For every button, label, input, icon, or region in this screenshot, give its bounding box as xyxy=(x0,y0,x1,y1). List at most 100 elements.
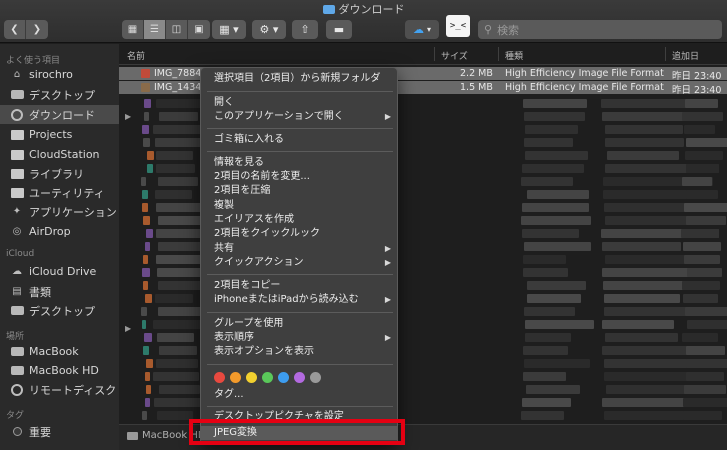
highlight-box xyxy=(189,419,405,445)
obscured-text xyxy=(156,411,194,420)
obscured-text xyxy=(142,346,149,355)
obscured-text xyxy=(523,242,591,251)
menu-item-show-view-options[interactable]: 表示オプションを表示 xyxy=(201,345,397,359)
obscured-text xyxy=(141,125,150,134)
grid-icon: ▦ ▾ xyxy=(219,23,239,36)
obscured-text xyxy=(685,99,719,108)
menu-item-quick-actions[interactable]: クイックアクション ▶ xyxy=(201,256,397,270)
sidebar-item-applications[interactable]: ✦ アプリケーション xyxy=(0,202,119,221)
tag-button[interactable]: ▬ xyxy=(326,20,352,39)
column-name[interactable]: 名前 xyxy=(127,49,145,62)
submenu-arrow-icon: ▶ xyxy=(384,333,391,342)
share-button[interactable]: ⇧ xyxy=(292,20,318,39)
tag-gray-icon[interactable] xyxy=(310,372,321,383)
menu-item-compress[interactable]: 2項目を圧縮 xyxy=(201,184,397,198)
tag-red-icon[interactable] xyxy=(214,372,225,383)
search-field[interactable]: ⚲ 検索 xyxy=(478,20,722,39)
menu-item-copy[interactable]: 2項目をコピー xyxy=(201,279,397,293)
tag-blue-icon[interactable] xyxy=(278,372,289,383)
column-added[interactable]: 追加日 xyxy=(672,49,699,62)
action-button[interactable]: ⚙ ▾ xyxy=(252,20,286,39)
menu-item-rename[interactable]: 2項目の名前を変更... xyxy=(201,170,397,184)
obscured-text xyxy=(686,268,723,277)
sidebar-item-icloud-desktop[interactable]: デスクトップ xyxy=(0,301,119,320)
sidebar-item-airdrop[interactable]: ◎ AirDrop xyxy=(0,222,119,241)
sidebar-item-desktop[interactable]: デスクトップ xyxy=(0,85,119,104)
menu-item-get-info[interactable]: 情報を見る xyxy=(201,156,397,170)
column-size[interactable]: サイズ xyxy=(441,49,468,62)
obscured-text xyxy=(605,138,684,147)
column-kind[interactable]: 種類 xyxy=(505,49,523,62)
folder-icon xyxy=(10,187,24,199)
obscured-text xyxy=(523,138,574,147)
obscured-text xyxy=(522,99,587,108)
menu-item-quick-look[interactable]: 2項目をクイックルック xyxy=(201,227,397,241)
airdrop-icon: ◎ xyxy=(12,226,22,237)
column-divider[interactable] xyxy=(434,47,435,61)
icon-view-button[interactable]: ▦ xyxy=(122,20,144,39)
menu-item-share[interactable]: 共有 ▶ xyxy=(201,242,397,256)
obscured-text xyxy=(155,203,201,212)
disclosure-triangle-icon[interactable]: ▶ xyxy=(125,112,131,121)
disclosure-triangle-icon[interactable]: ▶ xyxy=(125,324,131,333)
sidebar-item-remote-disc[interactable]: リモートディスク xyxy=(0,380,119,399)
sidebar-item-library[interactable]: ライブラリ xyxy=(0,164,119,183)
sidebar-item-cloudstation[interactable]: CloudStation xyxy=(0,145,119,164)
back-button[interactable]: ❮ xyxy=(4,20,26,39)
menu-item-open-with[interactable]: このアプリケーションで開く ▶ xyxy=(201,110,397,124)
menu-item-duplicate[interactable]: 複製 xyxy=(201,199,397,213)
menu-item-import-from-iphone[interactable]: iPhoneまたはiPadから読み込む ▶ xyxy=(201,293,397,307)
context-menu: 選択項目（2項目）から新規フォルダ 開く このアプリケーションで開く ▶ ゴミ箱に… xyxy=(200,67,398,445)
cloud-button[interactable]: ☁ ▾ xyxy=(405,20,439,39)
obscured-text xyxy=(158,385,201,394)
obscured-text xyxy=(153,372,199,381)
sidebar-item-macbook[interactable]: MacBook xyxy=(0,342,119,361)
places-heading: 場所 xyxy=(6,332,25,342)
forward-button[interactable]: ❯ xyxy=(26,20,48,39)
sidebar-item-projects[interactable]: Projects xyxy=(0,125,119,144)
menu-item-move-to-trash[interactable]: ゴミ箱に入れる xyxy=(201,133,397,147)
column-view-button[interactable]: ◫ xyxy=(166,20,188,39)
menu-item-sort-by[interactable]: 表示順序 ▶ xyxy=(201,331,397,345)
obscured-text xyxy=(604,216,696,225)
tag-orange-icon[interactable] xyxy=(230,372,241,383)
file-added: 昨日 23:40 xyxy=(672,85,722,96)
obscured-text xyxy=(155,99,204,108)
list-view-button[interactable]: ☰ xyxy=(144,20,166,39)
obscured-text xyxy=(521,411,564,420)
sidebar-item-icloud-drive[interactable]: ☁ iCloud Drive xyxy=(0,262,119,281)
search-icon: ⚲ xyxy=(484,23,493,36)
sidebar-item-utilities[interactable]: ユーティリティ xyxy=(0,183,119,202)
column-divider[interactable] xyxy=(665,47,666,61)
menu-item-make-alias[interactable]: エイリアスを作成 xyxy=(201,213,397,227)
obscured-text xyxy=(141,190,148,199)
sidebar-item-home[interactable]: ⌂ sirochro xyxy=(0,65,119,84)
submenu-arrow-icon: ▶ xyxy=(384,295,391,304)
sidebar-item-macbook-hd[interactable]: MacBook HD xyxy=(0,361,119,380)
obscured-text xyxy=(605,333,678,342)
obscured-text xyxy=(686,320,727,329)
obscured-text xyxy=(601,242,682,251)
menu-separator xyxy=(207,364,393,365)
obscured-text xyxy=(521,203,589,212)
tag-green-icon[interactable] xyxy=(262,372,273,383)
menu-item-use-groups[interactable]: グループを使用 xyxy=(201,317,397,331)
sidebar-item-tag-important[interactable]: 重要 xyxy=(0,422,119,441)
sidebar-item-downloads[interactable]: ダウンロード xyxy=(0,105,119,124)
terminal-button[interactable]: >_< xyxy=(446,15,470,37)
menu-item-tags[interactable]: タグ... xyxy=(201,388,397,402)
tag-yellow-icon[interactable] xyxy=(246,372,257,383)
obscured-text xyxy=(145,372,151,381)
obscured-text xyxy=(684,385,727,394)
obscured-text xyxy=(144,398,150,407)
document-icon: ▤ xyxy=(12,286,22,297)
tag-purple-icon[interactable] xyxy=(294,372,305,383)
sidebar-item-documents[interactable]: ▤ 書類 xyxy=(0,282,119,301)
menu-item-open[interactable]: 開く xyxy=(201,96,397,110)
group-button[interactable]: ▦ ▾ xyxy=(212,20,246,39)
column-divider[interactable] xyxy=(498,47,499,61)
obscured-text xyxy=(141,307,148,316)
gallery-view-button[interactable]: ▣ xyxy=(188,20,210,39)
obscured-text xyxy=(141,177,147,186)
menu-item-new-folder-with-selection[interactable]: 選択項目（2項目）から新規フォルダ xyxy=(201,72,397,86)
